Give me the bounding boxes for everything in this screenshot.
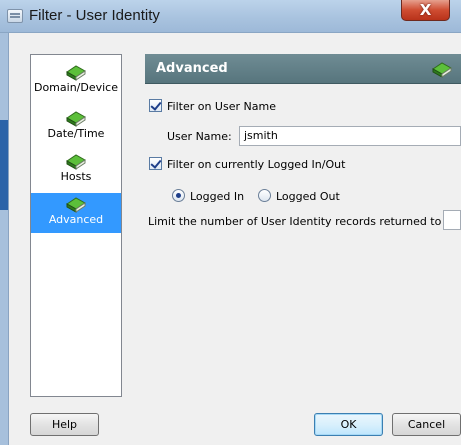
logged-in-label: Logged In xyxy=(190,190,245,203)
window-icon xyxy=(7,9,23,23)
logged-out-label: Logged Out xyxy=(276,190,340,203)
filter-user-name-option[interactable]: Filter on User Name xyxy=(149,99,276,113)
ok-button[interactable]: OK xyxy=(314,413,383,436)
filter-user-name-checkbox[interactable] xyxy=(149,99,162,112)
logged-in-option[interactable]: Logged In xyxy=(172,189,244,203)
nav-item-advanced[interactable]: Advanced xyxy=(31,193,121,233)
green-book-icon xyxy=(66,65,86,81)
title-bar[interactable]: Filter - User Identity xyxy=(0,0,461,33)
green-book-icon xyxy=(66,197,86,213)
window-frame-accent xyxy=(0,120,8,210)
filter-logged-label: Filter on currently Logged In/Out xyxy=(167,158,346,171)
logged-out-radio[interactable] xyxy=(258,189,271,202)
window-frame-left xyxy=(0,33,9,445)
panel-title: Advanced xyxy=(156,61,228,76)
logged-in-radio[interactable] xyxy=(172,189,185,202)
filter-category-list: Domain/Device Date/Time Hosts Advanced xyxy=(30,54,122,397)
nav-item-date-time[interactable]: Date/Time xyxy=(31,109,121,153)
user-name-label: User Name: xyxy=(167,130,232,143)
green-book-icon xyxy=(66,154,86,170)
green-book-icon xyxy=(432,62,452,78)
logged-out-option[interactable]: Logged Out xyxy=(258,189,340,203)
help-button[interactable]: Help xyxy=(30,413,99,436)
filter-logged-option[interactable]: Filter on currently Logged In/Out xyxy=(149,157,345,171)
window-title: Filter - User Identity xyxy=(29,7,160,24)
green-book-icon xyxy=(66,111,86,127)
nav-item-label: Date/Time xyxy=(47,127,105,140)
nav-item-hosts[interactable]: Hosts xyxy=(31,152,121,192)
nav-item-label: Hosts xyxy=(60,170,92,183)
user-name-input[interactable]: jsmith xyxy=(239,126,461,146)
limit-records-label: Limit the number of User Identity record… xyxy=(148,215,442,228)
nav-item-label: Domain/Device xyxy=(33,81,118,94)
cancel-button[interactable]: Cancel xyxy=(392,413,461,436)
filter-logged-checkbox[interactable] xyxy=(149,157,162,170)
nav-item-label: Advanced xyxy=(48,213,104,226)
close-button[interactable]: X xyxy=(401,0,450,21)
limit-records-input[interactable] xyxy=(443,210,461,230)
filter-user-name-label: Filter on User Name xyxy=(167,100,276,113)
panel-header: Advanced xyxy=(145,54,461,84)
nav-item-domain-device[interactable]: Domain/Device xyxy=(31,63,121,109)
